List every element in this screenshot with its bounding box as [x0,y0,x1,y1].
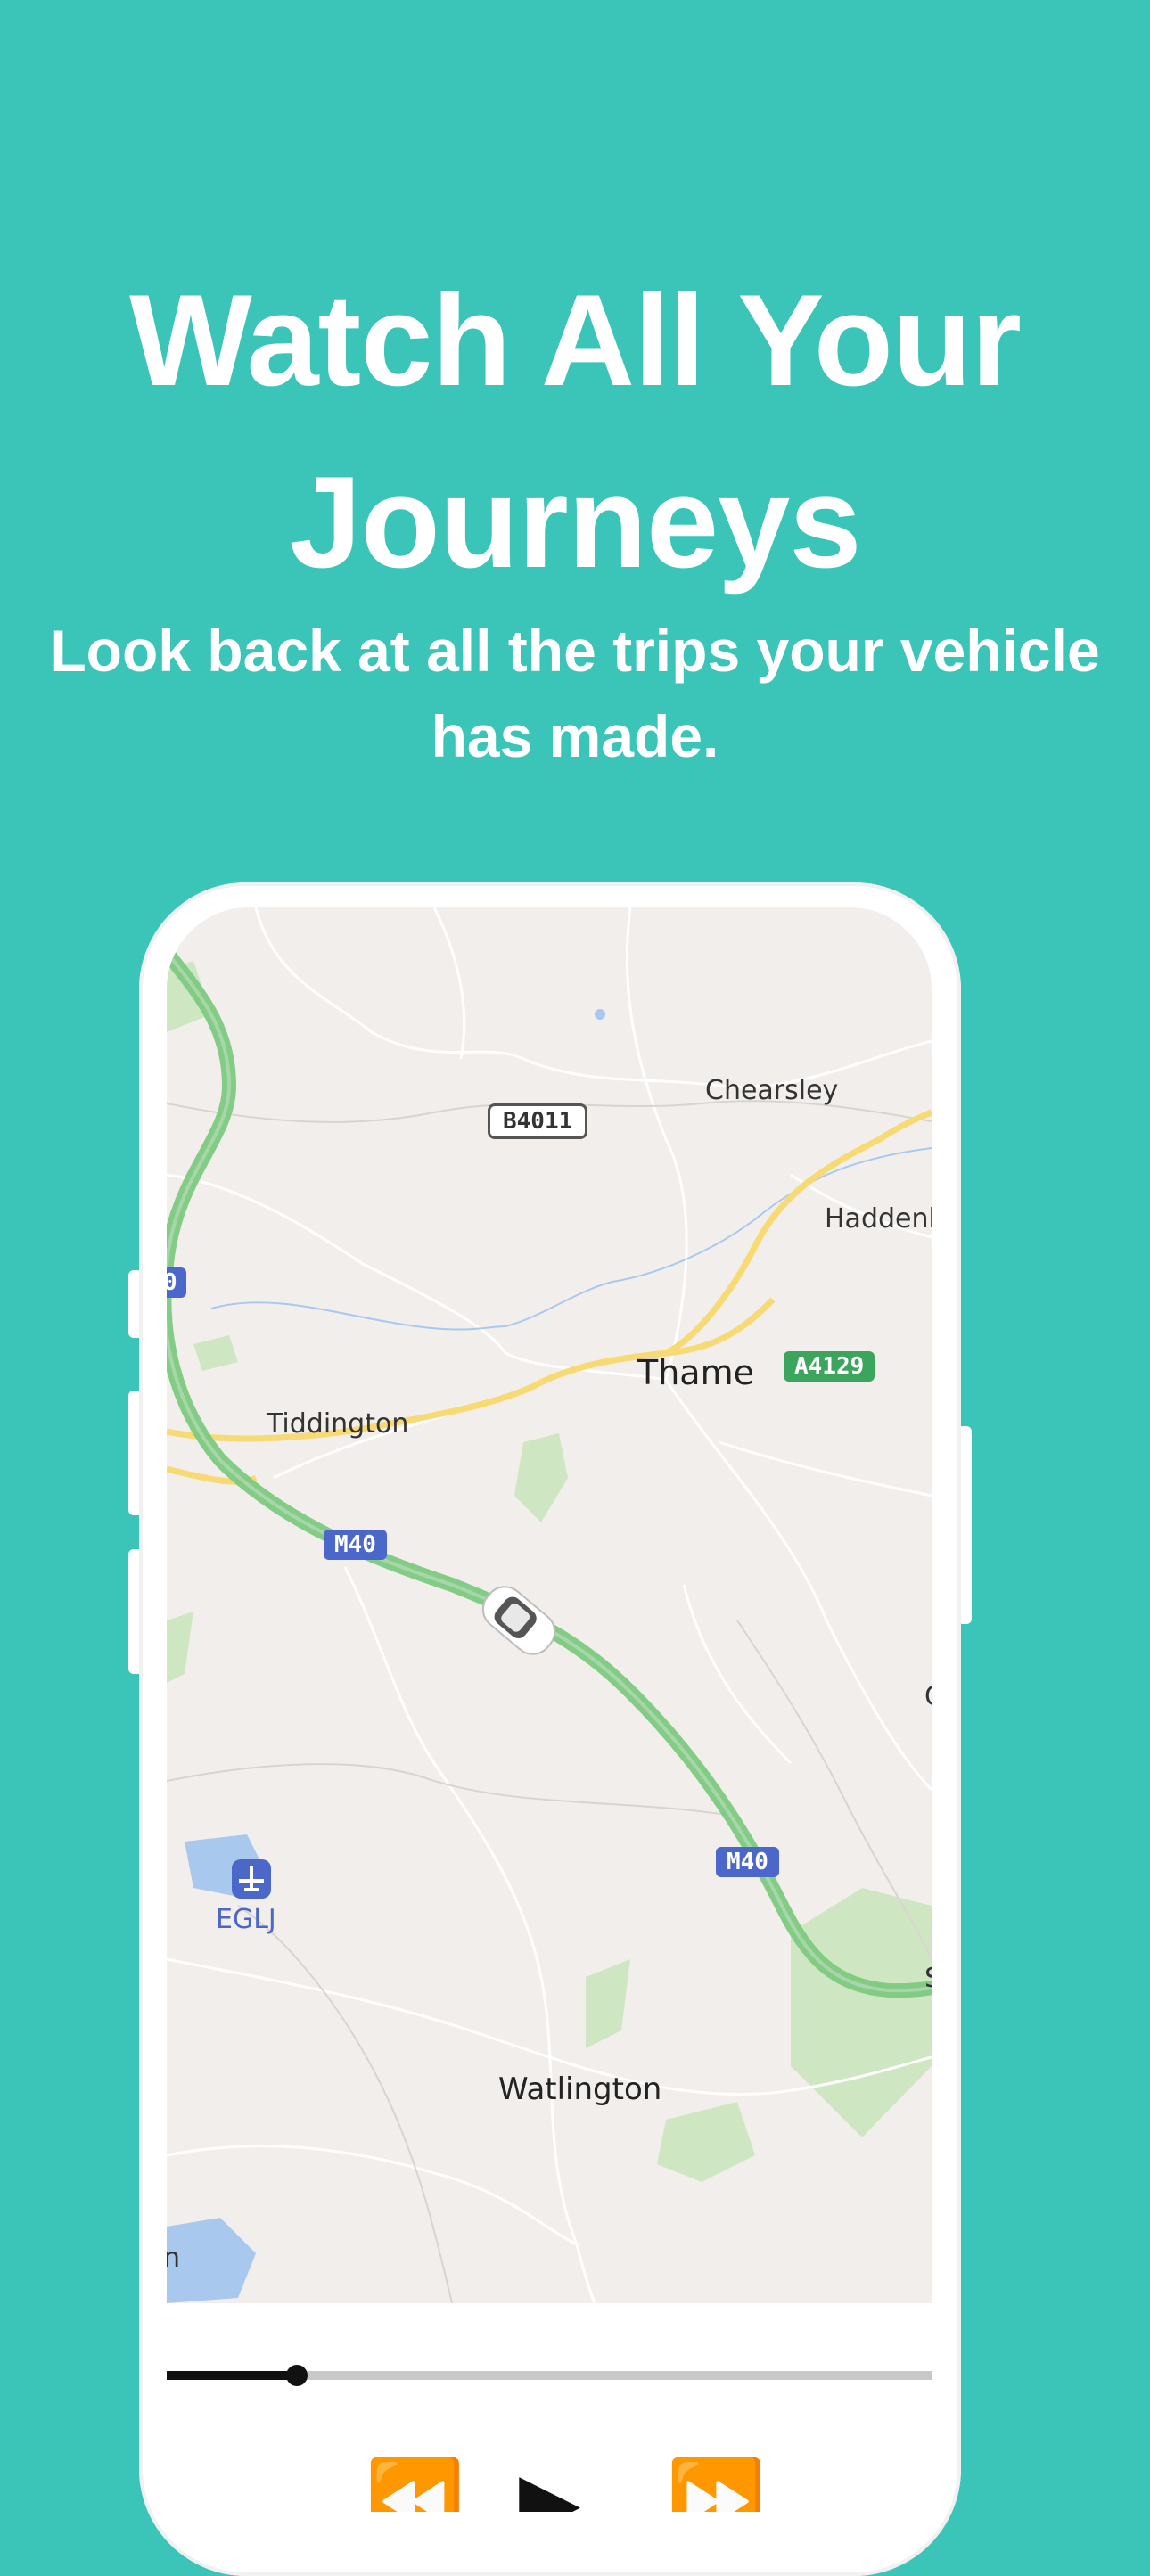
place-label-edge-n: n [167,2243,181,2274]
play-icon[interactable]: ▶ [519,2462,580,2512]
place-label-edge-c: C [924,1681,932,1712]
road-badge-m40-east: M40 [716,1847,779,1877]
progress-slider-handle[interactable] [285,2365,308,2386]
headline: Watch All Your Journeys [129,267,1022,595]
place-label-edge-s: S [924,1963,932,1994]
place-label-chearsley: Chearsley [705,1075,839,1106]
place-label-tiddington: Tiddington [267,1408,409,1440]
airport-icon [232,1859,271,1899]
fast-forward-icon[interactable]: ⏩ [666,2462,766,2512]
road-badge-b4011: B4011 [488,1103,588,1139]
place-label-airport: EGLJ [216,1904,276,1935]
rewind-icon[interactable]: ⏪ [365,2462,464,2512]
place-label-watlington: Watlington [498,2071,662,2107]
place-label-haddenham: Haddenh [825,1203,932,1235]
progress-fill [167,2371,297,2380]
road-badge-a4129: A4129 [784,1351,875,1382]
phone-screen: B4011 A4129 M40 M40 0 Chearsley Haddenh … [167,907,932,2512]
road-badge-m40-west: M40 [324,1530,387,1560]
subheadline: Look back at all the trips your vehicle … [50,618,1100,769]
place-label-thame: Thame [637,1353,754,1392]
road-badge-edge: 0 [167,1267,186,1298]
playback-panel: ⏪ ▶ ⏩ [167,2303,932,2512]
